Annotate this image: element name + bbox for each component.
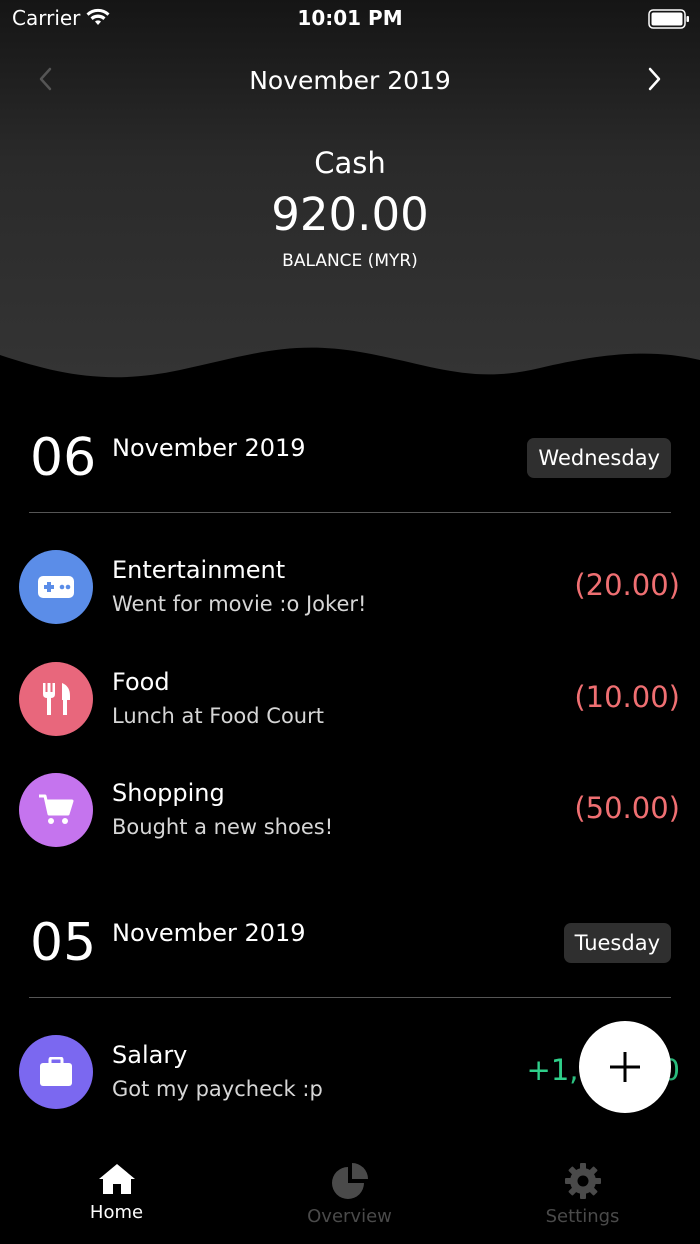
transaction-note: Went for movie :o Joker! — [112, 592, 367, 616]
cutlery-icon — [19, 662, 93, 736]
transaction-category: Salary — [112, 1041, 188, 1069]
tab-label: Settings — [545, 1206, 620, 1227]
day-month-year: November 2019 — [112, 919, 306, 947]
tab-settings[interactable]: Settings — [466, 1148, 699, 1244]
pie-chart-icon — [331, 1163, 368, 1199]
tab-bar: Home Overview Settings — [0, 1148, 700, 1244]
weekday-badge: Wednesday — [527, 438, 671, 478]
balance-label: BALANCE (MYR) — [282, 251, 418, 271]
transaction-amount: (50.00) — [574, 791, 680, 825]
tab-overview[interactable]: Overview — [233, 1148, 466, 1244]
balance-value: 920.00 — [271, 188, 429, 241]
status-bar: Carrier 10:01 PM — [0, 0, 700, 40]
gamepad-icon — [19, 550, 93, 624]
transaction-note: Lunch at Food Court — [112, 704, 324, 728]
add-transaction-button[interactable] — [579, 1021, 671, 1113]
battery-icon — [648, 9, 689, 29]
transaction-row[interactable]: Shopping Bought a new shoes! (50.00) — [0, 773, 700, 853]
day-divider — [29, 997, 671, 998]
home-icon — [98, 1164, 135, 1194]
month-title: November 2019 — [249, 66, 451, 95]
account-name[interactable]: Cash — [0, 146, 700, 180]
header-wave — [0, 347, 700, 410]
tab-label: Overview — [307, 1206, 392, 1227]
day-month-year: November 2019 — [112, 434, 306, 462]
transaction-amount: (10.00) — [574, 680, 680, 714]
status-time: 10:01 PM — [297, 6, 403, 30]
plus-icon — [610, 1052, 640, 1082]
transaction-category: Shopping — [112, 779, 225, 807]
day-divider — [29, 512, 671, 513]
day-number: 06 — [30, 428, 97, 488]
transaction-note: Got my paycheck :p — [112, 1077, 323, 1101]
day-header: 06 November 2019 Wednesday — [0, 432, 700, 522]
gear-icon — [564, 1163, 601, 1199]
transaction-row[interactable]: Food Lunch at Food Court (10.00) — [0, 662, 700, 742]
weekday-badge: Tuesday — [563, 923, 671, 963]
tab-label: Home — [89, 1202, 144, 1223]
tab-home[interactable]: Home — [0, 1148, 233, 1244]
cart-icon — [19, 773, 93, 847]
day-header: 05 November 2019 Tuesday — [0, 917, 700, 1007]
briefcase-icon — [19, 1035, 93, 1109]
transaction-row[interactable]: Entertainment Went for movie :o Joker! (… — [0, 550, 700, 630]
day-number: 05 — [30, 913, 97, 973]
transaction-category: Food — [112, 668, 170, 696]
next-month-icon[interactable] — [638, 64, 668, 94]
transaction-amount: (20.00) — [574, 568, 680, 602]
transaction-category: Entertainment — [112, 556, 286, 584]
transaction-note: Bought a new shoes! — [112, 815, 334, 839]
